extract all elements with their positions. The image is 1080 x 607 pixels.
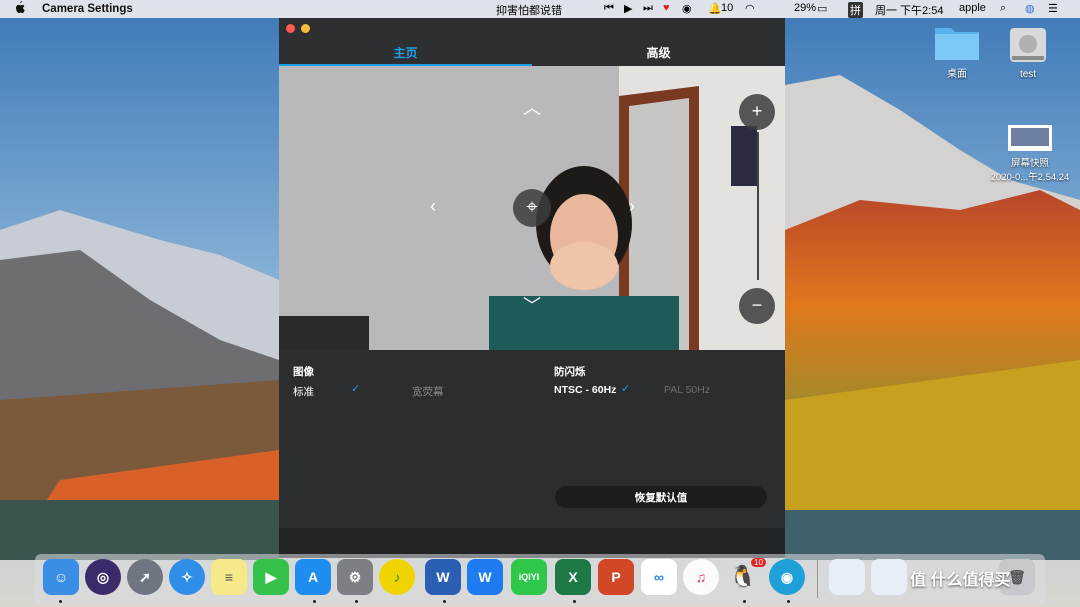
previous-track-icon[interactable]: ⏮	[604, 2, 614, 15]
appstore-icon[interactable]: A	[295, 559, 331, 595]
baidu-netdisk-icon[interactable]: ∞	[641, 559, 677, 595]
qq-running-indicator	[743, 600, 746, 603]
desktop-folder-icon[interactable]: 桌面	[930, 22, 984, 80]
minimize-window-button[interactable]	[301, 24, 310, 33]
system-preferences-icon[interactable]: ⚙	[337, 559, 373, 595]
pan-down-icon[interactable]: ﹀	[523, 292, 541, 318]
shazam-icon[interactable]: ◉	[682, 2, 692, 15]
window-titlebar: 主页 高级	[279, 18, 785, 66]
notification-center-icon[interactable]: ☰	[1048, 2, 1058, 15]
desktop-disk-label: test	[1019, 69, 1037, 80]
heart-icon[interactable]: ♥	[663, 2, 670, 14]
finder-icon[interactable]: ☺	[43, 559, 79, 595]
ntsc-checkmark-icon: ✓	[621, 383, 631, 395]
notification-bell-icon[interactable]: 🔔	[708, 2, 722, 15]
zoom-out-button[interactable]: −	[739, 288, 775, 324]
dock-document-thumbnail-icon[interactable]	[871, 559, 907, 595]
dock-separator	[817, 560, 818, 598]
pan-left-icon[interactable]: ‹	[424, 196, 442, 217]
restore-defaults-button[interactable]: 恢复默认值	[555, 486, 767, 508]
desktop-disk-icon[interactable]: test	[1003, 22, 1053, 80]
siri-menubar-icon[interactable]: ◍	[1025, 2, 1035, 15]
itunes-icon[interactable]: ♫	[683, 559, 719, 595]
finder-running-indicator	[59, 600, 62, 603]
zoom-in-button[interactable]: +	[739, 94, 775, 130]
word-icon[interactable]: W	[425, 559, 461, 595]
pan-right-icon[interactable]: ›	[623, 196, 641, 217]
camera-app-icon[interactable]: ◉	[769, 559, 805, 595]
safari-icon[interactable]: ✧	[169, 559, 205, 595]
excel-icon[interactable]: X	[555, 559, 591, 595]
music-app-icon[interactable]: ♪	[379, 559, 415, 595]
apple-menu-icon[interactable]	[14, 1, 28, 17]
desktop-screenshot-label: 屏幕快照 2020-0...午2.54.24	[990, 158, 1070, 183]
spotlight-search-icon[interactable]: ⌕	[1000, 2, 1006, 15]
dock-window-thumbnail-icon[interactable]	[829, 559, 865, 595]
tab-home[interactable]: 主页	[279, 44, 532, 61]
word-running-indicator	[443, 600, 446, 603]
next-track-icon[interactable]: ⏭	[643, 2, 653, 15]
standard-checkmark-icon: ✓	[351, 383, 361, 395]
flicker-option-pal[interactable]: PAL 50Hz	[664, 384, 710, 396]
play-icon[interactable]: ▶	[624, 2, 632, 15]
camera-preview[interactable]: ︿ ‹ › ﹀ ⌖ + −	[279, 66, 785, 350]
wps-icon[interactable]: W	[467, 559, 503, 595]
camera-settings-window: 主页 高级 ︿ ‹ › ﹀ ⌖ + − 图像 标准 ✓ 宽荧幕 防闪烁 NTSC…	[279, 18, 785, 558]
menubar-clock[interactable]: 周一 下午2:54	[875, 2, 943, 18]
flicker-option-ntsc[interactable]: NTSC - 60Hz	[554, 384, 616, 396]
dock: ☺ ◎ ➚ ✧ ≡ ▶ A ⚙ ♪ W W iQIYI X P ∞ ♫ 🐧 10…	[35, 554, 1045, 604]
pan-up-icon[interactable]: ︿	[523, 94, 541, 120]
siri-icon[interactable]: ◎	[85, 559, 121, 595]
facetime-icon[interactable]: ▶	[253, 559, 289, 595]
image-option-standard[interactable]: 标准	[293, 384, 314, 399]
image-option-widescreen[interactable]: 宽荧幕	[412, 384, 444, 399]
appstore-running-indicator	[313, 600, 316, 603]
battery-percent[interactable]: 29%	[794, 2, 816, 14]
menubar-status-text[interactable]: 抑害怕都说错	[496, 2, 562, 18]
excel-running-indicator	[573, 600, 576, 603]
input-method-icon[interactable]: 拼	[848, 2, 863, 18]
notes-icon[interactable]: ≡	[211, 559, 247, 595]
menubar-user[interactable]: apple	[959, 2, 986, 14]
powerpoint-icon[interactable]: P	[598, 559, 634, 595]
settings-panel: 图像 标准 ✓ 宽荧幕 防闪烁 NTSC - 60Hz ✓ PAL 50Hz 恢…	[279, 350, 785, 528]
active-app-name[interactable]: Camera Settings	[42, 3, 133, 15]
camera-running-indicator	[787, 600, 790, 603]
iqiyi-icon[interactable]: iQIYI	[511, 559, 547, 595]
zoom-slider-track[interactable]	[757, 132, 759, 280]
wifi-icon[interactable]: ◠	[745, 2, 755, 15]
close-window-button[interactable]	[286, 24, 295, 33]
tab-advanced[interactable]: 高级	[532, 44, 785, 61]
notification-count: 10	[721, 2, 734, 14]
watermark-text: 值 什么值得买	[910, 572, 1011, 589]
desktop-folder-label: 桌面	[947, 69, 967, 80]
launchpad-icon[interactable]: ➚	[127, 559, 163, 595]
image-section-title: 图像	[293, 366, 314, 378]
qq-badge: 10	[751, 558, 766, 567]
center-reset-icon[interactable]: ⌖	[513, 189, 551, 227]
flicker-section-title: 防闪烁	[554, 366, 586, 378]
sysprefs-running-indicator	[355, 600, 358, 603]
desktop-screenshot-icon[interactable]: 屏幕快照 2020-0...午2.54.24	[980, 124, 1080, 183]
battery-icon[interactable]: ▭	[817, 2, 827, 15]
